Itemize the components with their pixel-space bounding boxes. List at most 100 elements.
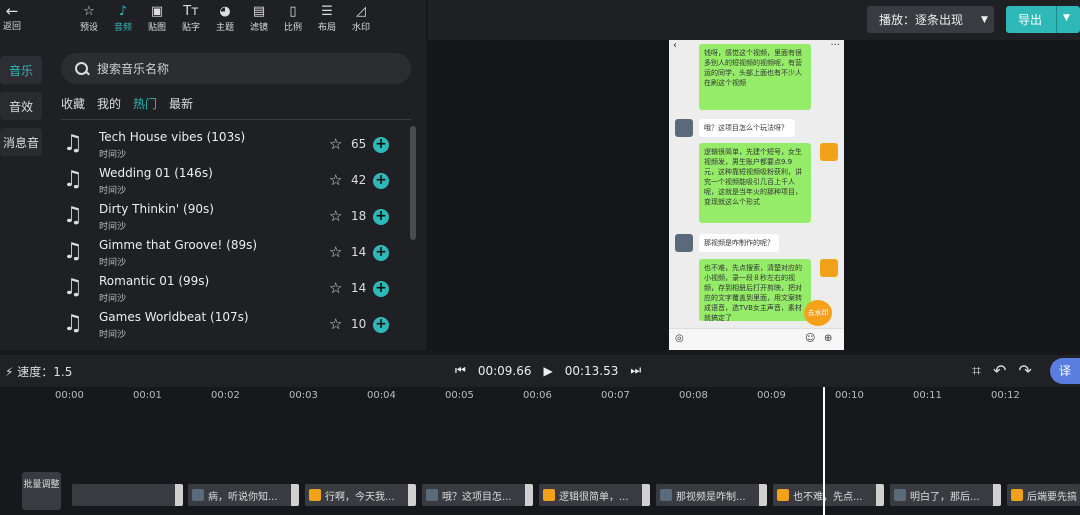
tool-theme[interactable]: ◕ 主题 xyxy=(208,4,242,33)
tab-mine[interactable]: 我的 xyxy=(97,95,121,112)
tab-favorites[interactable]: 收藏 xyxy=(61,95,85,112)
list-item[interactable]: ♫ Games Worldbeat (107s) 时间沙 ☆ 10 + xyxy=(61,307,401,343)
clip-handle[interactable] xyxy=(408,484,416,506)
ruler-tick: 00:12 xyxy=(991,390,1020,401)
add-track-button[interactable]: + xyxy=(373,281,389,297)
timeline-clip[interactable]: 明白了，那后... xyxy=(890,484,1001,506)
timeline-clip[interactable]: 后端要先搞 xyxy=(1007,484,1080,506)
playmode-label: 播放：逐条出现 xyxy=(879,13,964,27)
list-item[interactable]: ♫ Romantic 01 (99s) 时间沙 ☆ 14 + xyxy=(61,271,401,307)
clip-handle[interactable] xyxy=(993,484,1001,506)
timeline-clip[interactable]: 逻辑很简单，... xyxy=(539,484,650,506)
tab-latest[interactable]: 最新 xyxy=(169,95,193,112)
tab-popular[interactable]: 热门 xyxy=(133,95,157,112)
filter-icon: ▤ xyxy=(252,4,266,19)
timeline-clip[interactable] xyxy=(72,484,183,506)
favorite-count: 42 xyxy=(351,173,367,187)
list-item[interactable]: ♫ Tech House vibes (103s) 时间沙 ☆ 65 + xyxy=(61,127,401,163)
play-icon[interactable]: ▶ xyxy=(543,364,552,378)
clip-handle[interactable] xyxy=(876,484,884,506)
music-note-icon: ♫ xyxy=(63,167,83,192)
list-item[interactable]: ♫ Gimme that Groove! (89s) 时间沙 ☆ 14 + xyxy=(61,235,401,271)
ruler-tick: 00:00 xyxy=(55,390,84,401)
tool-watermark[interactable]: ◿ 水印 xyxy=(344,4,378,33)
list-item[interactable]: ♫ Wedding 01 (146s) 时间沙 ☆ 42 + xyxy=(61,163,401,199)
voice-icon: ◎ xyxy=(675,333,684,344)
track-artist: 时间沙 xyxy=(99,294,127,304)
undo-icon[interactable]: ↶ xyxy=(993,361,1006,381)
clip-handle[interactable] xyxy=(759,484,767,506)
transport-controls: ⏮ 00:09.66 ▶ 00:13.53 ⏭ xyxy=(455,363,653,378)
clip-label: 明白了，那后... xyxy=(910,491,980,503)
export-dropdown-icon[interactable]: ▼ xyxy=(1063,13,1070,23)
add-track-button[interactable]: + xyxy=(373,209,389,225)
clip-label: 逻辑很简单，... xyxy=(559,491,629,503)
favorite-star-icon[interactable]: ☆ xyxy=(329,279,342,297)
chat-bubble: 哦？这项目怎么个玩法呀？ xyxy=(699,119,795,137)
search-icon xyxy=(73,60,91,78)
playhead[interactable] xyxy=(823,387,825,515)
avatar xyxy=(543,489,555,501)
chat-input-bar: ◎ ☺ ⊕ xyxy=(669,328,844,350)
clip-label: 也不难，先点... xyxy=(793,491,863,503)
sidebar-item-music[interactable]: 音乐 xyxy=(0,56,42,84)
add-track-button[interactable]: + xyxy=(373,317,389,333)
text-icon: Tт xyxy=(183,4,199,19)
chat-bubble: 那视频是咋制作的呢？ xyxy=(699,234,779,252)
favorite-star-icon[interactable]: ☆ xyxy=(329,315,342,333)
tool-audio[interactable]: ♪ 音频 xyxy=(106,4,140,33)
translate-button[interactable]: 译 xyxy=(1050,358,1080,384)
tool-layout[interactable]: ☰ 布局 xyxy=(310,4,344,33)
favorite-star-icon[interactable]: ☆ xyxy=(329,207,342,225)
timeline-clip[interactable]: 行啊，今天我... xyxy=(305,484,416,506)
ruler-tick: 00:09 xyxy=(757,390,786,401)
clip-handle[interactable] xyxy=(175,484,183,506)
tool-label: 音频 xyxy=(113,23,132,33)
category-divider xyxy=(61,119,411,120)
track-list-scrollbar[interactable] xyxy=(410,126,416,240)
clip-handle[interactable] xyxy=(525,484,533,506)
back-arrow-icon: ← xyxy=(5,2,19,20)
tool-sticker[interactable]: ▣ 贴图 xyxy=(140,4,174,33)
skip-end-icon[interactable]: ⏭ xyxy=(630,363,641,378)
track-title: Wedding 01 (146s) xyxy=(99,166,213,180)
add-track-button[interactable]: + xyxy=(373,137,389,153)
add-track-button[interactable]: + xyxy=(373,245,389,261)
favorite-star-icon[interactable]: ☆ xyxy=(329,243,342,261)
add-track-button[interactable]: + xyxy=(373,173,389,189)
clip-handle[interactable] xyxy=(642,484,650,506)
speed-control[interactable]: ⚡ 速度：1.5 xyxy=(5,363,72,380)
timeline-toolbar: ⚡ 速度：1.5 ⏮ 00:09.66 ▶ 00:13.53 ⏭ ⌗ ↶ ↷ xyxy=(0,355,1080,387)
add-icon: ⊕ xyxy=(824,333,833,344)
sidebar-item-sound-effects[interactable]: 音效 xyxy=(0,92,42,120)
tool-filter[interactable]: ▤ 滤镜 xyxy=(242,4,276,33)
export-button[interactable]: 导出 ▼ xyxy=(1006,6,1080,33)
crop-icon[interactable]: ⌗ xyxy=(972,361,981,381)
skip-start-icon[interactable]: ⏮ xyxy=(455,363,466,378)
batch-adjust-button[interactable]: 批量调整 xyxy=(22,472,61,510)
tool-text[interactable]: Tт 贴字 xyxy=(174,4,208,33)
tool-tabs: ☆ 预设 ♪ 音频 ▣ 贴图 Tт 贴字 ◕ 主题 ▤ 滤镜 ▯ 比例 ☰ 布局 ◿ 水印 xyxy=(72,4,378,33)
playmode-select[interactable]: 播放：逐条出现 ▼ xyxy=(867,6,994,33)
favorite-count: 14 xyxy=(351,281,367,295)
redo-icon[interactable]: ↷ xyxy=(1018,361,1031,381)
remove-watermark-button[interactable]: 去水印 xyxy=(804,300,832,326)
back-button[interactable]: ← 返回 xyxy=(0,2,24,33)
ratio-icon: ▯ xyxy=(289,4,297,19)
ruler-tick: 00:08 xyxy=(679,390,708,401)
sidebar-item-message-sounds[interactable]: 消息音 xyxy=(0,128,42,156)
search-input[interactable] xyxy=(97,61,377,76)
tool-ratio[interactable]: ▯ 比例 xyxy=(276,4,310,33)
watermark-icon: ◿ xyxy=(356,4,366,19)
tool-preset[interactable]: ☆ 预设 xyxy=(72,4,106,33)
timeline-clip[interactable]: 病，听说你知... xyxy=(188,484,299,506)
clip-handle[interactable] xyxy=(291,484,299,506)
timeline-clip[interactable]: 哦？这项目怎... xyxy=(422,484,533,506)
list-item[interactable]: ♫ Dirty Thinkin' (90s) 时间沙 ☆ 18 + xyxy=(61,199,401,235)
timeline-clip[interactable]: 那视频是咋制... xyxy=(656,484,767,506)
total-time: 00:13.53 xyxy=(564,363,619,378)
track-artist: 时间沙 xyxy=(99,330,127,340)
timeline-clip[interactable]: 也不难，先点... xyxy=(773,484,884,506)
favorite-star-icon[interactable]: ☆ xyxy=(329,171,342,189)
favorite-star-icon[interactable]: ☆ xyxy=(329,135,342,153)
